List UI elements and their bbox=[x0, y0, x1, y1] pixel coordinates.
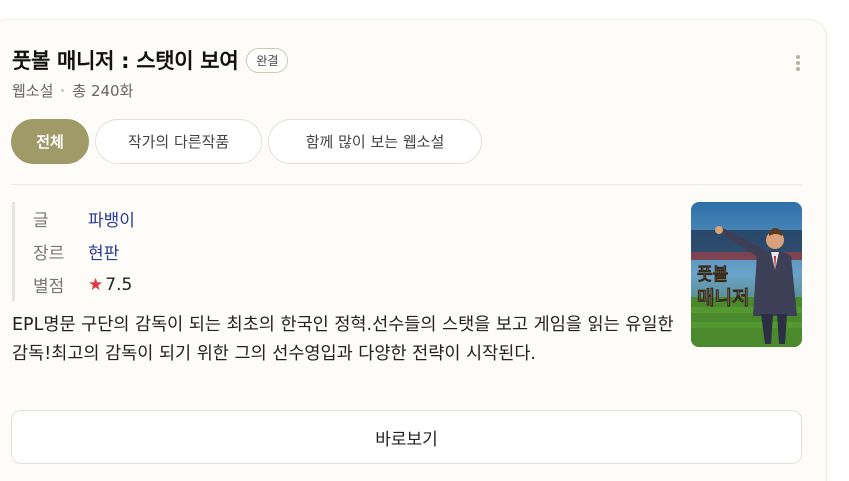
episode-count: 총 240화 bbox=[72, 82, 134, 100]
work-meta: 웹소설 총 240화 bbox=[12, 80, 133, 101]
status-badge: 완결 bbox=[246, 47, 289, 73]
cover-image[interactable]: 풋볼 매니저 bbox=[691, 202, 802, 347]
content-type: 웹소설 bbox=[12, 82, 54, 100]
view-now-button[interactable]: 바로보기 bbox=[11, 410, 802, 464]
cover-title-line2: 매니저 bbox=[697, 287, 749, 309]
cover-title-line1: 풋볼 bbox=[697, 265, 729, 285]
title-row: 풋볼 매니저 : 스탯이 보여 완결 bbox=[12, 44, 289, 76]
genre-link[interactable]: 현판 bbox=[88, 239, 119, 264]
author-label: 글 bbox=[33, 211, 49, 231]
rating-label: 별점 bbox=[33, 277, 65, 297]
tab-all[interactable]: 전체 bbox=[11, 119, 89, 164]
tab-related-novels[interactable]: 함께 많이 보는 웹소설 bbox=[268, 119, 482, 164]
author-link[interactable]: 파뱅이 bbox=[88, 206, 135, 231]
tab-author-other-works[interactable]: 작가의 다른작품 bbox=[95, 119, 262, 164]
info-author-row: 글 파뱅이 bbox=[33, 202, 135, 235]
work-title[interactable]: 풋볼 매니저 : 스탯이 보여 bbox=[12, 45, 239, 75]
star-icon: ★ bbox=[88, 274, 104, 295]
tab-bar: 전체 작가의 다른작품 함께 많이 보는 웹소설 bbox=[11, 119, 482, 164]
divider bbox=[11, 184, 802, 185]
genre-label: 장르 bbox=[33, 244, 65, 264]
rating-value: 7.5 bbox=[105, 274, 133, 295]
work-info: 글 파뱅이 장르 현판 별점 ★ 7.5 bbox=[12, 202, 135, 301]
separator-dot bbox=[61, 89, 65, 92]
work-description: EPL명문 구단의 감독이 되는 최초의 한국인 정혁.선수들의 스탯을 보고 … bbox=[12, 315, 674, 364]
info-genre-row: 장르 현판 bbox=[33, 235, 135, 268]
info-rating-row: 별점 ★ 7.5 bbox=[33, 268, 135, 301]
more-vertical-icon[interactable] bbox=[795, 55, 801, 73]
